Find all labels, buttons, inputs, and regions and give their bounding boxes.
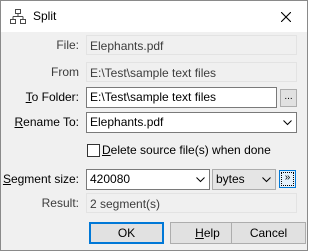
chevron-down-icon xyxy=(196,177,205,183)
to-folder-label: To Folder: xyxy=(25,90,79,104)
chevron-down-icon xyxy=(262,177,271,183)
rename-value: Elephants.pdf xyxy=(90,115,164,129)
file-value: Elephants.pdf xyxy=(86,35,297,55)
sitemap-icon xyxy=(10,9,26,24)
window-title: Split xyxy=(33,9,57,23)
delete-source-checkbox[interactable] xyxy=(87,144,100,157)
segment-size-label: Segment size: xyxy=(2,172,79,186)
browse-button[interactable]: ... xyxy=(280,89,297,107)
split-dialog: Split File: Elephants.pdf From E:\Test\s… xyxy=(0,0,308,251)
chevron-down-icon xyxy=(283,120,292,126)
unit-value: bytes xyxy=(216,172,245,186)
cancel-button[interactable]: Cancel xyxy=(231,222,306,244)
next-button[interactable]: » xyxy=(279,170,296,188)
close-icon xyxy=(281,11,291,22)
result-value: 2 segment(s) xyxy=(86,193,297,213)
unit-combo[interactable]: bytes xyxy=(212,169,276,190)
segment-size-combo[interactable]: 420080 xyxy=(86,169,210,190)
result-label: Result: xyxy=(41,196,79,210)
rename-combo[interactable]: Elephants.pdf xyxy=(86,112,297,133)
ok-button[interactable]: OK xyxy=(89,222,164,244)
title-bar: Split xyxy=(1,1,307,32)
segment-size-value: 420080 xyxy=(90,172,131,186)
delete-source-label[interactable]: Delete source file(s) when done xyxy=(102,143,271,158)
to-folder-input[interactable]: E:\Test\sample text files xyxy=(86,87,277,108)
file-label: File: xyxy=(56,38,79,52)
close-button[interactable] xyxy=(265,1,307,32)
from-label: From xyxy=(51,65,79,79)
rename-label: Rename To: xyxy=(14,115,80,129)
from-value: E:\Test\sample text files xyxy=(86,62,297,82)
